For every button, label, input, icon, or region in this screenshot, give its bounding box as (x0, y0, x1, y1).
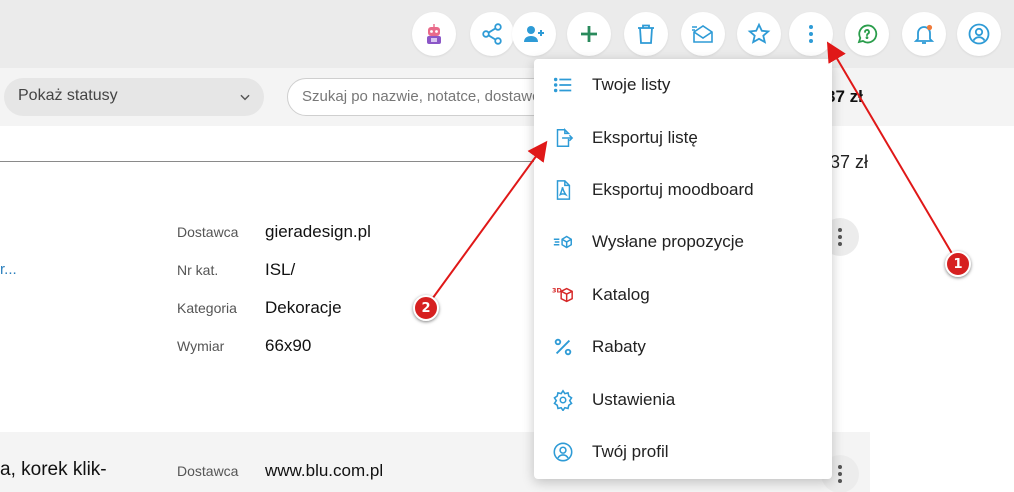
whatsapp-button[interactable] (845, 12, 889, 56)
menu-item-your-profile[interactable]: Twój profil (534, 426, 832, 478)
add-user-icon (524, 26, 544, 42)
field-label-catalog-number: Nr kat. (177, 262, 219, 278)
robot-avatar-icon (427, 24, 441, 44)
menu-item-label: Rabaty (592, 337, 646, 356)
menu-item-sent-proposals[interactable]: Wysłane propozycje (534, 216, 832, 268)
arrow-2 (426, 140, 548, 307)
field-label-supplier: Dostawca (177, 463, 239, 479)
menu-item-label: Twoje listy (592, 75, 671, 94)
menu-item-your-lists[interactable]: Twoje listy (534, 59, 832, 111)
annotation-badge-2: 2 (413, 295, 439, 321)
top-toolbar (0, 0, 1014, 68)
menu-item-export-moodboard[interactable]: Eksportuj moodboard (534, 164, 832, 216)
kebab-menu-icon (838, 228, 842, 246)
more-dropdown-menu: Twoje listy Eksportuj listę Eksportuj mo… (534, 59, 832, 479)
add-button[interactable] (567, 12, 611, 56)
field-value-supplier: gieradesign.pl (265, 222, 371, 241)
menu-item-label: Twój profil (592, 442, 669, 461)
menu-item-label: Wysłane propozycje (592, 232, 744, 251)
field-value-category: Dekoracje (265, 298, 342, 317)
export-icon (556, 127, 574, 147)
product-title: a, korek klik- (0, 459, 107, 480)
profile-icon (968, 23, 990, 45)
percent-icon (554, 338, 572, 356)
star-icon (747, 22, 771, 44)
share-button[interactable] (470, 12, 514, 56)
menu-item-discounts[interactable]: Rabaty (534, 321, 832, 373)
plus-icon (581, 26, 597, 42)
menu-item-label: Eksportuj moodboard (592, 180, 754, 199)
menu-item-label: Ustawienia (592, 390, 676, 409)
send-mail-button[interactable] (681, 12, 725, 56)
search-placeholder: Szukaj po nazwie, notatce, dostawcy... (302, 88, 559, 105)
status-select-value: Pokaż statusy (18, 87, 118, 104)
field-value-dimension: 66x90 (265, 336, 312, 355)
pdf-icon (556, 180, 571, 200)
total-price-mid: 37 zł (830, 152, 869, 172)
chevron-down-icon (240, 94, 250, 101)
divider (0, 161, 540, 162)
sent-box-icon (553, 235, 572, 249)
share-icon (482, 23, 502, 45)
user-circle-icon (553, 442, 573, 462)
gear-icon (553, 389, 573, 411)
list-icon (553, 77, 572, 93)
more-menu-button[interactable] (789, 12, 833, 56)
product-title-link[interactable]: r... (0, 261, 17, 278)
send-mail-icon (692, 25, 713, 43)
field-value-supplier: www.blu.com.pl (265, 461, 384, 480)
menu-item-label: Eksportuj listę (592, 128, 698, 147)
kebab-menu-icon (809, 25, 813, 43)
favorite-button[interactable] (737, 12, 781, 56)
bell-icon (913, 24, 935, 44)
trash-icon (638, 24, 654, 44)
field-label-category: Kategoria (177, 300, 237, 316)
status-select[interactable]: Pokaż statusy (4, 78, 264, 116)
notifications-button[interactable] (902, 12, 946, 56)
delete-button[interactable] (624, 12, 668, 56)
menu-item-catalog[interactable]: 3D Katalog (534, 269, 832, 321)
field-label-supplier: Dostawca (177, 224, 239, 240)
add-user-button[interactable] (512, 12, 556, 56)
annotation-badge-1: 1 (945, 251, 971, 277)
kebab-menu-icon (838, 465, 842, 483)
search-input[interactable]: Szukaj po nazwie, notatce, dostawcy... (287, 78, 567, 116)
svg-text:3D: 3D (552, 286, 562, 294)
whatsapp-icon (857, 24, 878, 44)
menu-item-settings[interactable]: Ustawienia (534, 374, 832, 426)
3d-box-icon: 3D (552, 286, 573, 303)
field-label-dimension: Wymiar (177, 338, 225, 354)
profile-button[interactable] (957, 12, 1001, 56)
robot-avatar-button[interactable] (412, 12, 456, 56)
menu-item-label: Katalog (592, 285, 650, 304)
menu-item-export-list[interactable]: Eksportuj listę (534, 112, 832, 164)
field-value-catalog-number: ISL/ (265, 260, 296, 279)
